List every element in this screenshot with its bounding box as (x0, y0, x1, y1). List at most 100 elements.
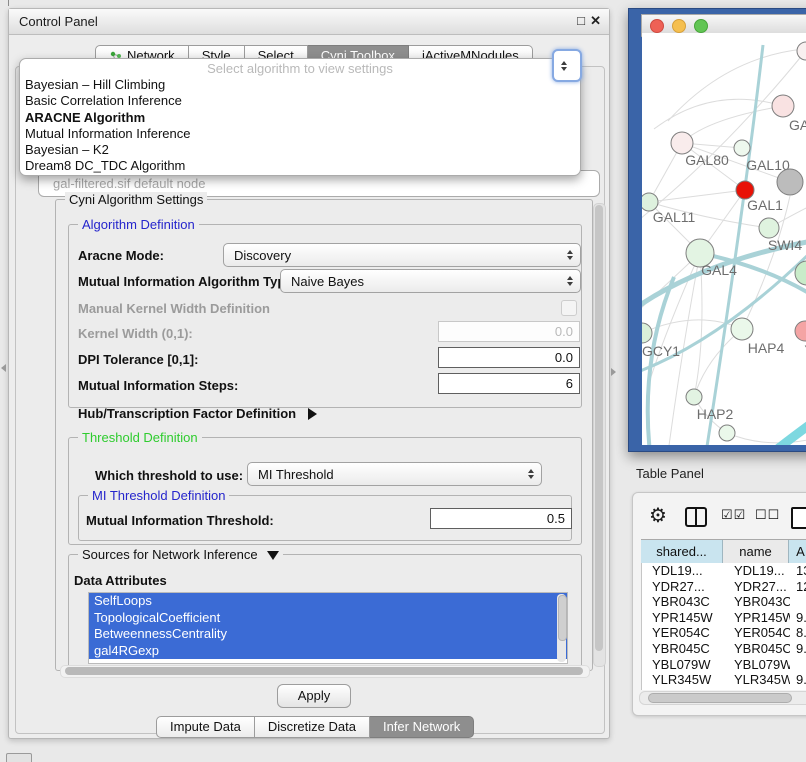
table-row[interactable]: YLR345WYLR345W9. (642, 672, 806, 688)
mi-threshold-field[interactable]: 0.5 (430, 508, 572, 529)
settings-vertical-scrollbar[interactable] (593, 203, 606, 667)
table-row[interactable]: YER054CYER054C8. (642, 625, 806, 641)
table-cell: YBR045C (724, 641, 790, 657)
table-cell: 9. (790, 688, 806, 690)
settings-horizontal-scrollbar[interactable] (60, 665, 590, 678)
table-body: YDL19...YDL19...13YDR27...YDR27...12YBR0… (641, 563, 806, 690)
table-header-row: shared...nameA (641, 539, 806, 564)
algorithm-combo-spinner[interactable] (552, 49, 582, 82)
kernel-width-field[interactable]: 0.0 (438, 321, 580, 342)
data-attribute-item[interactable]: BetweennessCentrality (89, 626, 567, 643)
tab-label: Infer Network (383, 717, 460, 737)
table-cell: 12 (790, 579, 806, 595)
algorithm-option[interactable]: Bayesian – K2 (20, 142, 580, 158)
table-cell: YDR27... (724, 579, 790, 595)
tab-impute-data[interactable]: Impute Data (156, 716, 255, 738)
table-row[interactable]: YBR045CYBR045C9. (642, 641, 806, 657)
which-threshold-label: Which threshold to use: (95, 468, 243, 483)
algorithm-option[interactable]: ARACNE Algorithm (20, 110, 580, 126)
table-row[interactable]: YIL052CYIL052C9. (642, 688, 806, 690)
spinner-arrows-icon (528, 469, 534, 479)
table-panel: ⚙ ☑☑ ☐☐ shared...nameA YDL19...YDL19...1… (632, 492, 806, 716)
list-scrollbar[interactable] (557, 594, 566, 662)
close-icon[interactable]: ✕ (590, 13, 601, 29)
algorithm-option[interactable]: Bayesian – Hill Climbing (20, 77, 580, 93)
table-column-header[interactable]: A (789, 540, 806, 563)
screen: Control Panel □ ✕ NetworkStyleSelectCyni… (0, 0, 806, 762)
network-graph: GALGAL80GAL10GAL1GAL11GAL4SWI4GCY1HAP4YH… (642, 33, 806, 445)
network-node[interactable] (777, 169, 803, 195)
tab-infer-network[interactable]: Infer Network (370, 716, 474, 738)
table-cell: YLR345W (724, 672, 790, 688)
settings-gear-icon[interactable]: ⚙ (649, 507, 667, 525)
algorithm-option[interactable]: Dream8 DC_TDC Algorithm (20, 158, 580, 174)
table-column-header[interactable]: shared... (641, 540, 723, 563)
algorithm-option[interactable]: Basic Correlation Inference (20, 93, 580, 109)
mi-algorithm-type-combo[interactable]: Naive Bayes (280, 269, 581, 293)
network-node-y[interactable] (795, 321, 806, 341)
network-node-gal[interactable] (772, 95, 794, 117)
apply-button[interactable]: Apply (277, 684, 351, 708)
table-row[interactable]: YPR145WYPR145W9. (642, 610, 806, 626)
table-row[interactable]: YDL19...YDL19...13 (642, 563, 806, 579)
table-file-icon[interactable] (791, 507, 806, 529)
network-node-gal80[interactable] (671, 132, 693, 154)
network-canvas[interactable]: GALGAL80GAL10GAL1GAL11GAL4SWI4GCY1HAP4YH… (642, 33, 806, 445)
select-all-checkbox-icon[interactable]: ☑☑ (721, 507, 746, 523)
table-cell: YIL052C (724, 688, 790, 690)
network-node-hap4[interactable] (731, 318, 753, 340)
float-window-icon[interactable]: □ (577, 13, 585, 28)
table-row[interactable]: YBR043CYBR043C (642, 594, 806, 610)
network-node[interactable] (719, 425, 735, 441)
minimize-traffic-light[interactable] (672, 19, 686, 33)
table-cell: YER054C (724, 625, 790, 641)
dpi-tolerance-field[interactable]: 0.0 (438, 347, 580, 368)
column-layout-icon[interactable] (685, 507, 707, 527)
manual-kernel-width-checkbox[interactable] (561, 300, 577, 316)
network-node-hap2[interactable] (686, 389, 702, 405)
data-attributes-list[interactable]: SelfLoopsTopologicalCoefficientBetweenne… (88, 592, 568, 664)
tab-label: Discretize Data (268, 717, 356, 737)
table-row[interactable]: YBL079WYBL079W (642, 657, 806, 673)
table-cell: YBL079W (724, 657, 790, 673)
hub-definition-toggle[interactable]: Hub/Transcription Factor Definition (78, 406, 317, 421)
close-traffic-light[interactable] (650, 19, 664, 33)
deselect-all-checkbox-icon[interactable]: ☐☐ (755, 507, 780, 523)
network-node[interactable] (797, 42, 806, 60)
network-node[interactable] (759, 218, 779, 238)
algorithm-option[interactable]: Mutual Information Inference (20, 126, 580, 142)
sources-title-text: Sources for Network Inference (82, 547, 258, 562)
network-node-gal10[interactable] (734, 140, 750, 156)
data-attribute-item[interactable]: gal4RGexp (89, 643, 567, 660)
table-horizontal-scrollbar[interactable] (639, 691, 806, 705)
data-attribute-item[interactable]: SelfLoops (89, 593, 567, 610)
table-cell (790, 594, 806, 610)
data-attribute-item[interactable]: TopologicalCoefficient (89, 610, 567, 627)
mi-algorithm-type-label: Mutual Information Algorithm Type: (78, 274, 297, 289)
aracne-mode-label: Aracne Mode: (78, 248, 164, 263)
manual-kernel-width-label: Manual Kernel Width Definition (78, 301, 270, 316)
data-attributes-label: Data Attributes (74, 573, 167, 588)
algorithm-placeholder: Select algorithm to view settings (20, 60, 580, 77)
aracne-mode-combo[interactable]: Discovery (223, 243, 581, 267)
panel-splitter-handle[interactable] (611, 368, 616, 376)
network-edge (649, 190, 745, 202)
threshold-definition-title: Threshold Definition (78, 430, 202, 445)
tab-discretize-data[interactable]: Discretize Data (255, 716, 370, 738)
table-cell: 9. (790, 641, 806, 657)
settings-group-title: Cyni Algorithm Settings (65, 192, 207, 207)
dpi-tolerance-label: DPI Tolerance [0,1]: (78, 352, 198, 367)
left-splitter-handle[interactable] (1, 364, 6, 372)
mi-steps-field[interactable]: 6 (438, 373, 580, 394)
collapsed-panel-button[interactable] (6, 753, 32, 762)
tab-label: Impute Data (170, 717, 241, 737)
divider-tick (8, 0, 9, 6)
table-cell: 9. (790, 672, 806, 688)
sources-group-title[interactable]: Sources for Network Inference (78, 547, 283, 562)
table-row[interactable]: YDR27...YDR27...12 (642, 579, 806, 595)
network-node-gcy1[interactable] (642, 323, 652, 343)
mi-algorithm-type-value: Naive Bayes (291, 274, 567, 289)
zoom-traffic-light[interactable] (694, 19, 708, 33)
which-threshold-combo[interactable]: MI Threshold (247, 462, 542, 486)
table-column-header[interactable]: name (723, 540, 789, 563)
